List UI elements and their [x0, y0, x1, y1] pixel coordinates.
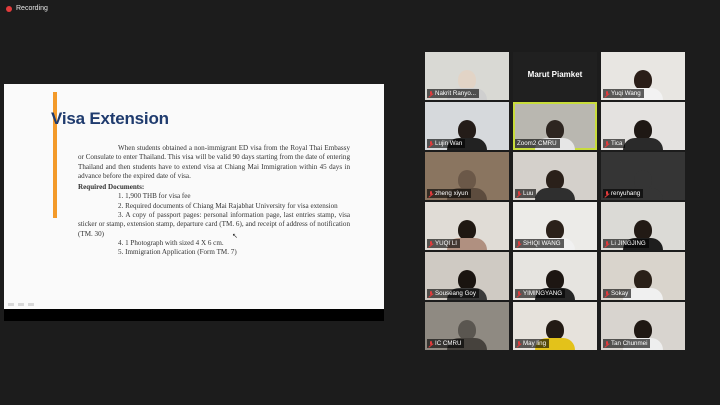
participant-name-label: Tan Chunmei — [603, 339, 651, 348]
participant-tile[interactable]: Luu — [513, 152, 597, 200]
participant-name-label: Luu — [515, 189, 537, 198]
participant-name: Li JINGJING — [611, 240, 646, 247]
muted-mic-icon — [517, 340, 521, 347]
document-item: 4. 1 Photograph with sized 4 X 6 cm. — [118, 238, 224, 247]
participant-tile[interactable]: zheng xiyun — [425, 152, 509, 200]
participant-tile[interactable]: SHIQI WANG — [513, 202, 597, 250]
mouse-cursor-icon: ↖ — [232, 233, 238, 240]
participant-name: YIMINGYANG — [523, 290, 563, 297]
muted-mic-icon — [517, 190, 521, 197]
slide-footer-controls — [8, 303, 34, 306]
participant-name: May ling — [523, 340, 547, 347]
participant-name: IC CMRU — [435, 340, 462, 347]
participant-name-label: Souseang Goy — [427, 289, 479, 298]
participant-name: Luu — [523, 190, 534, 197]
document-item: 2. Required documents of Chiang Mai Raja… — [118, 201, 338, 210]
participant-name-label: SHIQI WANG — [515, 239, 564, 248]
muted-mic-icon — [429, 140, 433, 147]
slide-nav-icon[interactable] — [28, 303, 34, 306]
document-item: 3. A copy of passport pages: personal in… — [78, 211, 350, 238]
participant-tile[interactable]: Souseang Goy — [425, 252, 509, 300]
participant-name: Tica — [611, 140, 623, 147]
participant-name: Nakrit Ranyo... — [435, 90, 476, 97]
muted-mic-icon — [605, 290, 609, 297]
participant-tile[interactable]: Sokay — [601, 252, 685, 300]
participant-name-label: YIMINGYANG — [515, 289, 566, 298]
participant-name-label: Zoom2 CMRU — [515, 139, 560, 148]
participant-tile[interactable]: YUQI LI — [425, 202, 509, 250]
participant-name-label: Lujin Wan — [427, 139, 466, 148]
participant-tile[interactable]: Zoom2 CMRU — [513, 102, 597, 150]
participant-name: Souseang Goy — [435, 290, 476, 297]
participant-name: Sokay — [611, 290, 629, 297]
muted-mic-icon — [605, 340, 609, 347]
participant-name-label: zheng xiyun — [427, 189, 472, 198]
slide-intro: When students obtained a non-immigrant E… — [78, 144, 350, 180]
participant-name: Yuqi Wang — [611, 90, 641, 97]
muted-mic-icon — [429, 290, 433, 297]
participant-tile[interactable]: YIMINGYANG — [513, 252, 597, 300]
slide-body: When students obtained a non-immigrant E… — [78, 144, 350, 258]
participant-tile[interactable]: Yuqi Wang — [601, 52, 685, 100]
muted-mic-icon — [429, 340, 433, 347]
document-item: 5. Immigration Application (Form TM. 7) — [118, 248, 237, 257]
participant-name-label: Yuqi Wang — [603, 89, 644, 98]
muted-mic-icon — [605, 140, 609, 147]
participant-tile[interactable]: renyuhang — [601, 152, 685, 200]
participant-tile[interactable]: Li JINGJING — [601, 202, 685, 250]
participant-name: Tan Chunmei — [611, 340, 648, 347]
participant-name-label: May ling — [515, 339, 550, 348]
muted-mic-icon — [517, 290, 521, 297]
participant-name-label: Sokay — [603, 289, 632, 298]
record-icon — [6, 5, 12, 12]
participant-video — [623, 120, 663, 150]
required-documents-heading: Required Documents: — [78, 183, 145, 192]
participant-video — [535, 170, 575, 200]
participant-name: Marut Piamket — [527, 70, 583, 79]
muted-mic-icon — [605, 190, 609, 197]
muted-mic-icon — [517, 240, 521, 247]
muted-mic-icon — [429, 190, 433, 197]
participant-tile[interactable]: Marut Piamket — [513, 52, 597, 100]
participant-tile[interactable]: Tan Chunmei — [601, 302, 685, 350]
document-item: 1. 1,900 THB for visa fee — [118, 192, 191, 201]
muted-mic-icon — [605, 240, 609, 247]
participant-tile[interactable]: Lujin Wan — [425, 102, 509, 150]
participant-name-label: IC CMRU — [427, 339, 465, 348]
participant-name: renyuhang — [611, 190, 641, 197]
participant-name: YUQI LI — [435, 240, 458, 247]
participant-name: SHIQI WANG — [523, 240, 561, 247]
slide-title: Visa Extension — [51, 109, 169, 128]
recording-label: Recording — [16, 5, 48, 12]
muted-mic-icon — [605, 90, 609, 97]
participant-tile[interactable]: May ling — [513, 302, 597, 350]
participant-name: zheng xiyun — [435, 190, 469, 197]
presentation-slide: Visa Extension When students obtained a … — [4, 84, 384, 309]
muted-mic-icon — [429, 90, 433, 97]
recording-indicator: Recording — [6, 5, 48, 12]
shared-screen-bottom-bar — [4, 309, 384, 321]
participant-name-label: renyuhang — [603, 189, 644, 198]
slide-nav-icon[interactable] — [8, 303, 14, 306]
participant-name-label: Nakrit Ranyo... — [427, 89, 479, 98]
participant-name: Lujin Wan — [435, 140, 463, 147]
shared-screen: Visa Extension When students obtained a … — [4, 84, 384, 321]
participant-name: Zoom2 CMRU — [517, 140, 557, 147]
muted-mic-icon — [429, 240, 433, 247]
participant-name-label: YUQI LI — [427, 239, 461, 248]
participant-tile[interactable]: IC CMRU — [425, 302, 509, 350]
participant-tile[interactable]: Nakrit Ranyo... — [425, 52, 509, 100]
participant-name-label: Tica — [603, 139, 626, 148]
slide-nav-icon[interactable] — [18, 303, 24, 306]
participant-tile[interactable]: Tica — [601, 102, 685, 150]
participant-name-label: Li JINGJING — [603, 239, 649, 248]
participant-gallery: Nakrit Ranyo... Marut Piamket Yuqi Wang Luj… — [425, 52, 685, 352]
